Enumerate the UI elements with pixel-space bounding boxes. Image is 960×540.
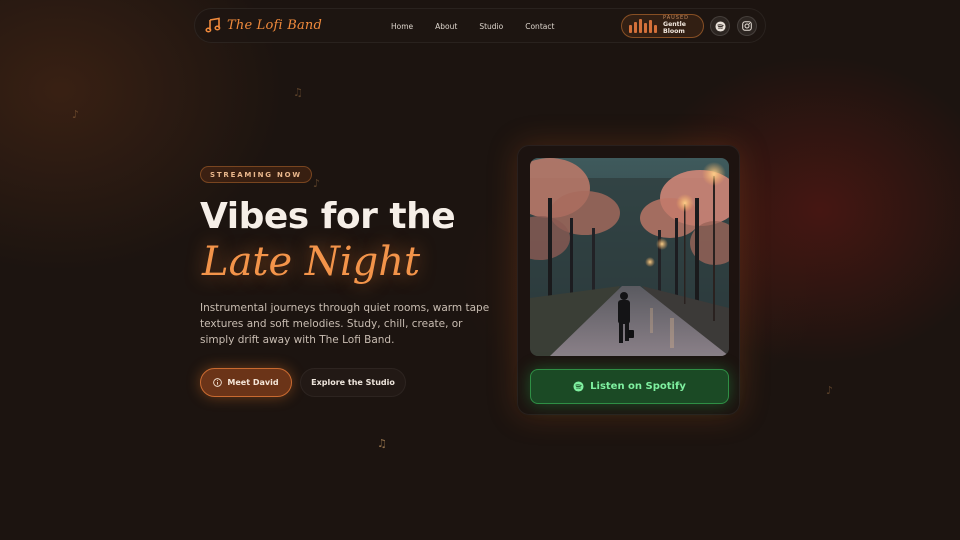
player-status-pill[interactable]: PAUSED Gentle Bloom (621, 14, 704, 38)
info-icon (213, 378, 223, 387)
equalizer-bar (654, 25, 657, 33)
brand[interactable]: The Lofi Band (205, 17, 322, 33)
spotify-link-button[interactable] (710, 16, 730, 36)
album-artwork (530, 158, 729, 356)
hero-description: Instrumental journeys through quiet room… (200, 302, 490, 346)
equalizer-bar (634, 22, 637, 33)
nav-contact[interactable]: Contact (525, 22, 554, 31)
instagram-link-button[interactable] (737, 16, 757, 36)
navbar: The Lofi Band Home About Studio Contact … (194, 8, 766, 43)
brand-name: The Lofi Band (227, 17, 323, 33)
nav-about[interactable]: About (435, 22, 457, 31)
spotify-icon (714, 20, 726, 32)
background-glow (0, 0, 960, 540)
hero-headline: Vibes for the (200, 196, 456, 237)
listen-on-spotify-label: Listen on Spotify (590, 381, 686, 392)
nav-links: Home About Studio Contact (391, 9, 554, 44)
explore-studio-button[interactable]: Explore the Studio (300, 368, 406, 397)
instagram-icon (742, 21, 752, 31)
equalizer-bar (644, 23, 647, 33)
meet-david-button[interactable]: Meet David (200, 368, 292, 397)
meet-david-label: Meet David (227, 378, 279, 387)
streaming-badge: STREAMING NOW (200, 166, 312, 183)
nav-studio[interactable]: Studio (479, 22, 503, 31)
equalizer-bar (649, 20, 652, 33)
music-note-icon: ♪ (826, 384, 834, 397)
spotify-icon (573, 381, 584, 392)
music-note-icon: ♫ (377, 437, 387, 450)
equalizer-bar (639, 19, 642, 33)
music-note-icon: ♪ (313, 177, 321, 190)
player-track: Gentle Bloom (663, 20, 686, 35)
album-card: Listen on Spotify (517, 145, 740, 415)
hero-headline-accent: Late Night (202, 239, 421, 285)
explore-studio-label: Explore the Studio (311, 378, 395, 387)
music-note-icon: ♫ (293, 86, 303, 99)
nav-home[interactable]: Home (391, 22, 413, 31)
equalizer-bar (629, 25, 632, 33)
music-note-icon: ♪ (72, 108, 80, 121)
equalizer-icon (629, 19, 657, 33)
music-note-icon (205, 17, 221, 33)
listen-on-spotify-button[interactable]: Listen on Spotify (530, 369, 729, 404)
